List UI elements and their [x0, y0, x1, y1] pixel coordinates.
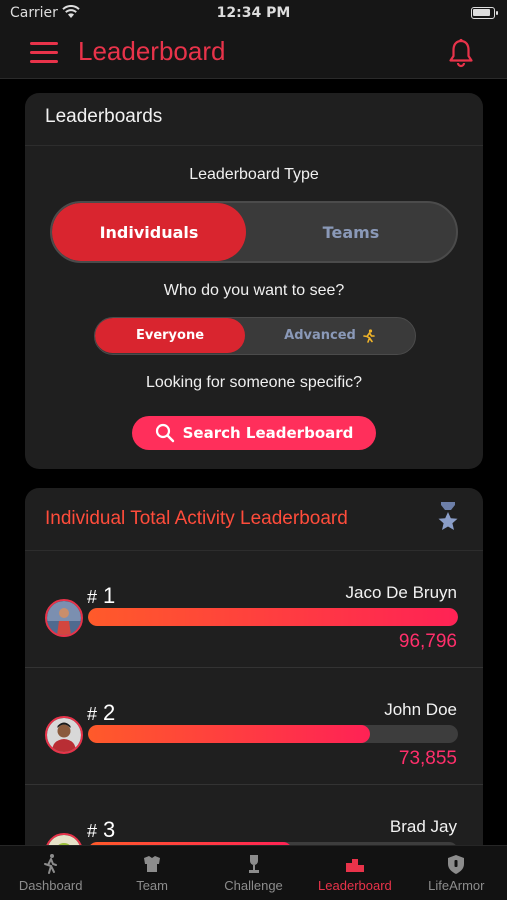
tab-challenge[interactable]: Challenge [203, 846, 304, 900]
tab-dashboard[interactable]: Dashboard [0, 846, 101, 900]
team-icon [144, 856, 161, 872]
player-score: 73,855 [398, 748, 457, 769]
leaderboard-row[interactable]: #2 John Doe 73,855 [25, 668, 483, 785]
advanced-segment[interactable]: Advanced [245, 318, 415, 353]
tab-team-label: Team [136, 878, 168, 893]
score-progress-fill [88, 725, 371, 743]
score-progress-bar [88, 608, 458, 626]
score-progress-bar [88, 725, 458, 743]
tab-leaderboard[interactable]: Leaderboard [304, 846, 405, 900]
who-label: Who do you want to see? [163, 282, 345, 299]
player-name: John Doe [384, 700, 457, 719]
teams-segment[interactable]: Teams [246, 203, 456, 261]
bottom-tab-bar: Dashboard Team Challenge Leaderboard Lif… [0, 845, 507, 900]
rank-label: #1 [87, 583, 116, 608]
leaderboard-title: Individual Total Activity Leaderboard [45, 508, 348, 529]
card-title: Leaderboards [25, 93, 483, 146]
hamburger-menu-icon[interactable] [30, 42, 58, 64]
leaderboards-filter-card: Leaderboards Leaderboard Type Individual… [25, 93, 483, 469]
leaderboard-card: Individual Total Activity Leaderboard #1… [25, 488, 483, 900]
nav-bar: Leaderboard [0, 28, 507, 79]
rank-label: #2 [87, 700, 116, 725]
avatar [45, 716, 83, 754]
tab-lifearmor[interactable]: LifeArmor [406, 846, 507, 900]
advanced-label: Advanced [284, 328, 356, 343]
score-progress-fill [88, 608, 458, 626]
battery-icon [471, 7, 498, 19]
player-score: 96,796 [398, 631, 457, 652]
walker-icon [43, 854, 57, 874]
player-name: Jaco De Bruyn [345, 583, 458, 602]
tab-dashboard-label: Dashboard [18, 878, 83, 893]
leaderboard-type-toggle: Individuals Teams [50, 201, 458, 263]
trophy-icon [248, 855, 259, 873]
search-leaderboard-label: Search Leaderboard [182, 424, 354, 442]
player-name: Brad Jay [389, 817, 457, 836]
audience-toggle: Everyone Advanced [94, 317, 416, 355]
tab-challenge-label: Challenge [224, 878, 283, 893]
tab-lifearmor-label: LifeArmor [428, 878, 485, 893]
podium-icon [345, 859, 364, 872]
search-leaderboard-button[interactable]: Search Leaderboard [132, 416, 376, 450]
medal-star-icon[interactable] [435, 500, 461, 534]
leaderboard-row[interactable]: #1 Jaco De Bruyn 96,796 [25, 551, 483, 668]
leaderboard-type-label: Leaderboard Type [189, 166, 319, 183]
page-title: Leaderboard [78, 36, 226, 66]
tab-leaderboard-label: Leaderboard [318, 878, 392, 893]
shield-icon [448, 855, 465, 874]
tab-team[interactable]: Team [101, 846, 202, 900]
bell-icon[interactable] [447, 38, 475, 68]
status-time: 12:34 PM [216, 5, 291, 21]
rank-label: #3 [87, 817, 116, 842]
status-bar: Carrier 12:34 PM [0, 0, 507, 28]
runner-icon [363, 328, 375, 343]
avatar [45, 599, 83, 637]
search-prompt-label: Looking for someone specific? [145, 374, 363, 391]
search-icon [155, 423, 174, 443]
individuals-segment[interactable]: Individuals [52, 203, 246, 261]
everyone-segment[interactable]: Everyone [95, 318, 245, 353]
leaderboard-header: Individual Total Activity Leaderboard [25, 488, 483, 551]
